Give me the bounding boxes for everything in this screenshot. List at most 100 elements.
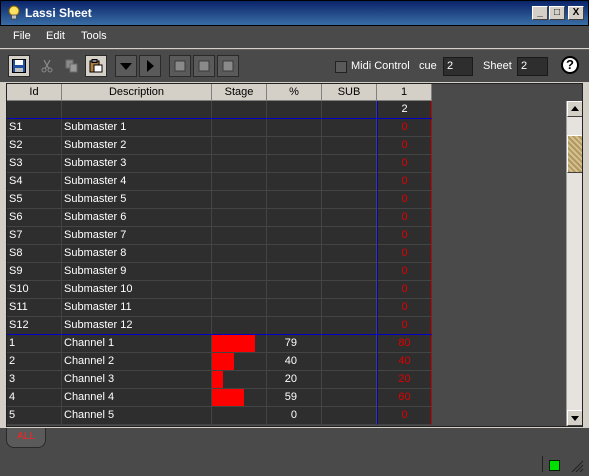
cell-id[interactable]: S1 xyxy=(7,119,62,137)
cell-percent[interactable]: 59 xyxy=(267,389,322,407)
cell-cue[interactable]: 0 xyxy=(377,245,432,263)
cell-stage[interactable] xyxy=(212,317,267,335)
cell-id[interactable]: S7 xyxy=(7,227,62,245)
cell-sub[interactable] xyxy=(322,389,377,407)
cell-cue[interactable]: 60 xyxy=(377,389,432,407)
cell-percent[interactable] xyxy=(267,281,322,299)
cell-cue[interactable]: 0 xyxy=(377,119,432,137)
cell-stage[interactable] xyxy=(212,119,267,137)
menu-file[interactable]: File xyxy=(13,30,31,42)
vertical-scrollbar[interactable] xyxy=(566,101,582,426)
sheet-input[interactable]: 2 xyxy=(517,57,548,76)
cell-sub[interactable] xyxy=(322,227,377,245)
column-header-description[interactable]: Description xyxy=(62,84,212,101)
cell-description[interactable]: Channel 5 xyxy=(62,407,212,425)
cell-sub[interactable] xyxy=(322,155,377,173)
column-header-cue[interactable]: 1 xyxy=(377,84,432,101)
cell-sub[interactable] xyxy=(322,281,377,299)
cell-percent[interactable]: 79 xyxy=(267,335,322,353)
cell-percent[interactable] xyxy=(267,173,322,191)
cell-id[interactable]: 5 xyxy=(7,407,62,425)
cell-cue[interactable]: 0 xyxy=(377,299,432,317)
cell-sub[interactable] xyxy=(322,317,377,335)
cell-percent[interactable] xyxy=(267,227,322,245)
cell-description[interactable]: Submaster 9 xyxy=(62,263,212,281)
column-header-percent[interactable]: % xyxy=(267,84,322,101)
cell-cue[interactable]: 0 xyxy=(377,281,432,299)
cell-stage[interactable] xyxy=(212,353,267,371)
scroll-down-button[interactable] xyxy=(567,410,582,426)
cell-description[interactable]: Channel 4 xyxy=(62,389,212,407)
cell-id[interactable]: S8 xyxy=(7,245,62,263)
cell-stage[interactable] xyxy=(212,389,267,407)
cell-description[interactable]: Submaster 3 xyxy=(62,155,212,173)
cell-id[interactable]: S9 xyxy=(7,263,62,281)
cell-percent[interactable]: 20 xyxy=(267,371,322,389)
cell-description[interactable]: Submaster 1 xyxy=(62,119,212,137)
cell-stage[interactable] xyxy=(212,371,267,389)
cell-cue[interactable]: 20 xyxy=(377,371,432,389)
column-header-stage[interactable]: Stage xyxy=(212,84,267,101)
cell-percent[interactable] xyxy=(267,155,322,173)
cell-description[interactable]: Submaster 10 xyxy=(62,281,212,299)
cell-description[interactable]: Submaster 12 xyxy=(62,317,212,335)
cell-cue[interactable]: 80 xyxy=(377,335,432,353)
cell-percent[interactable] xyxy=(267,191,322,209)
cell-description[interactable]: Submaster 7 xyxy=(62,227,212,245)
paste-button[interactable] xyxy=(85,55,107,77)
cell-id[interactable]: 3 xyxy=(7,371,62,389)
cell-stage[interactable] xyxy=(212,281,267,299)
cell-sub[interactable] xyxy=(322,299,377,317)
cell-description[interactable]: Submaster 6 xyxy=(62,209,212,227)
cell-cue[interactable]: 0 xyxy=(377,137,432,155)
menu-edit[interactable]: Edit xyxy=(46,30,65,42)
scroll-thumb[interactable] xyxy=(567,135,582,173)
cell-stage[interactable] xyxy=(212,245,267,263)
cell-description[interactable]: Submaster 5 xyxy=(62,191,212,209)
help-button[interactable]: ? xyxy=(561,56,579,74)
cell-id[interactable]: S2 xyxy=(7,137,62,155)
midi-control-checkbox[interactable] xyxy=(335,61,347,73)
cell-percent[interactable] xyxy=(267,209,322,227)
cell-description[interactable]: Submaster 8 xyxy=(62,245,212,263)
cell-stage[interactable] xyxy=(212,155,267,173)
cell-cue[interactable]: 40 xyxy=(377,353,432,371)
cell-percent[interactable]: 40 xyxy=(267,353,322,371)
cell-sub[interactable] xyxy=(322,137,377,155)
cell-id[interactable]: S11 xyxy=(7,299,62,317)
cell-cue[interactable]: 0 xyxy=(377,263,432,281)
cell-sub[interactable] xyxy=(322,245,377,263)
cell-id[interactable]: 2 xyxy=(7,353,62,371)
cell-sub[interactable] xyxy=(322,371,377,389)
column-header-id[interactable]: Id xyxy=(7,84,62,101)
cell-sub[interactable] xyxy=(322,407,377,425)
cell-stage[interactable] xyxy=(212,227,267,245)
scroll-up-button[interactable] xyxy=(567,101,582,117)
copy-button[interactable] xyxy=(61,55,83,77)
cell-description[interactable]: Submaster 2 xyxy=(62,137,212,155)
cell-cue[interactable]: 0 xyxy=(377,155,432,173)
cue-input[interactable]: 2 xyxy=(443,57,473,76)
cell-percent[interactable] xyxy=(267,317,322,335)
resize-grip-icon[interactable] xyxy=(568,458,584,472)
cell-percent[interactable] xyxy=(267,299,322,317)
cell-percent[interactable]: 0 xyxy=(267,407,322,425)
cell-description[interactable]: Channel 3 xyxy=(62,371,212,389)
cell-stage[interactable] xyxy=(212,209,267,227)
play-button[interactable] xyxy=(139,55,161,77)
cell-sub[interactable] xyxy=(322,173,377,191)
cell-sub[interactable] xyxy=(322,209,377,227)
cell-cue[interactable]: 0 xyxy=(377,407,432,425)
cell-id[interactable]: S3 xyxy=(7,155,62,173)
minimize-button[interactable]: _ xyxy=(532,6,548,20)
cell-id[interactable]: S12 xyxy=(7,317,62,335)
cell-description[interactable]: Channel 2 xyxy=(62,353,212,371)
cell-cue[interactable]: 0 xyxy=(377,191,432,209)
dropdown-button[interactable] xyxy=(115,55,137,77)
save-button[interactable] xyxy=(8,55,30,77)
cell-stage[interactable] xyxy=(212,263,267,281)
cell-description[interactable]: Submaster 4 xyxy=(62,173,212,191)
cell-sub[interactable] xyxy=(322,335,377,353)
cell-percent[interactable] xyxy=(267,263,322,281)
maximize-button[interactable]: □ xyxy=(549,6,565,20)
